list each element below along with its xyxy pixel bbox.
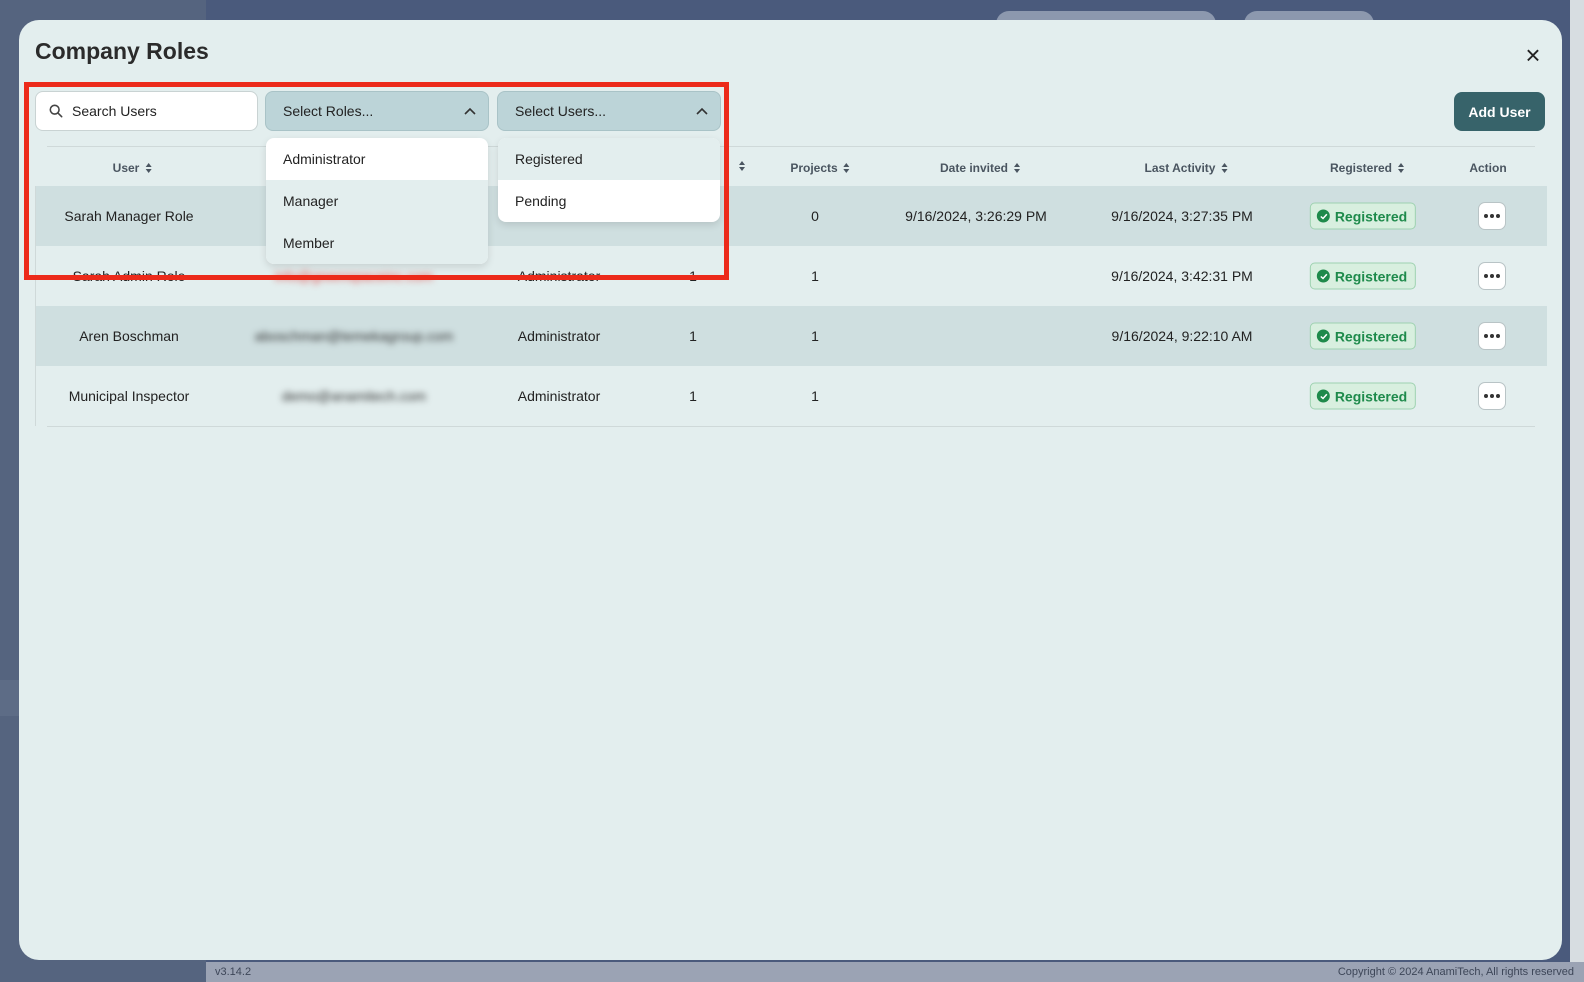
close-icon[interactable]: × bbox=[1522, 42, 1544, 68]
more-icon[interactable] bbox=[1478, 322, 1506, 350]
last-activity: 9/16/2024, 9:22:10 AM bbox=[1111, 328, 1253, 344]
check-circle-icon bbox=[1316, 209, 1330, 223]
sort-icon bbox=[1014, 163, 1021, 173]
column-header-date-invited[interactable]: Date invited bbox=[940, 161, 1021, 175]
projects-count: 0 bbox=[811, 208, 819, 224]
sort-icon bbox=[145, 163, 152, 173]
user-role: Administrator bbox=[517, 268, 601, 284]
table-row: Municipal Inspector demo@anamitech.com A… bbox=[35, 366, 1547, 426]
user-email: aboschman@temekagroup.com bbox=[254, 328, 454, 344]
table-bottom-border bbox=[47, 426, 1535, 427]
user-option-registered[interactable]: Registered bbox=[498, 138, 720, 180]
role-option-manager[interactable]: Manager bbox=[266, 180, 488, 222]
projects-count: 1 bbox=[811, 268, 819, 284]
sort-icon bbox=[739, 161, 745, 171]
row-actions-button[interactable] bbox=[1478, 382, 1506, 410]
user-email: demo@anamitech.com bbox=[281, 388, 427, 404]
user-email: info@greenspaceinc.com bbox=[274, 268, 434, 284]
row-actions-button[interactable] bbox=[1478, 202, 1506, 230]
column-header-projects[interactable]: Projects bbox=[790, 161, 850, 175]
status-badge: Registered bbox=[1309, 382, 1417, 410]
select-users-label: Select Users... bbox=[515, 103, 607, 119]
column-header-user[interactable]: User bbox=[113, 161, 152, 175]
column-header-action: Action bbox=[1469, 161, 1507, 175]
last-activity: 9/16/2024, 3:42:31 PM bbox=[1111, 268, 1253, 284]
chevron-up-icon bbox=[464, 107, 476, 115]
company-roles-modal: Company Roles × Select Roles... Administ… bbox=[19, 20, 1562, 960]
search-input[interactable] bbox=[72, 103, 252, 119]
user-count: 1 bbox=[689, 388, 697, 404]
more-icon[interactable] bbox=[1478, 382, 1506, 410]
date-invited: 9/16/2024, 3:26:29 PM bbox=[905, 208, 1047, 224]
users-table: User Projects Date invited Last Activity… bbox=[35, 146, 1547, 427]
table-row: Aren Boschman aboschman@temekagroup.com … bbox=[35, 306, 1547, 366]
background-scrollbar bbox=[1570, 0, 1584, 962]
user-count: 1 bbox=[689, 268, 697, 284]
column-header-registered[interactable]: Registered bbox=[1330, 161, 1405, 175]
projects-count: 1 bbox=[811, 388, 819, 404]
user-name: Municipal Inspector bbox=[68, 388, 190, 404]
chevron-up-icon bbox=[696, 107, 708, 115]
column-header-sort-only[interactable] bbox=[739, 161, 745, 171]
user-name: Aren Boschman bbox=[79, 328, 179, 344]
select-roles-label: Select Roles... bbox=[283, 103, 374, 119]
user-role: Administrator bbox=[517, 328, 601, 344]
status-badge: Registered bbox=[1309, 262, 1417, 290]
search-icon bbox=[49, 104, 63, 118]
role-option-member[interactable]: Member bbox=[266, 222, 488, 264]
user-name: Sarah Manager Role bbox=[64, 208, 194, 224]
sort-icon bbox=[1398, 163, 1405, 173]
user-count: 1 bbox=[689, 328, 697, 344]
select-roles-dropdown[interactable]: Select Roles... bbox=[265, 91, 489, 131]
search-users-field[interactable] bbox=[35, 91, 258, 131]
modal-title: Company Roles bbox=[35, 38, 209, 64]
check-circle-icon bbox=[1316, 269, 1330, 283]
sort-icon bbox=[1221, 163, 1228, 173]
more-icon[interactable] bbox=[1478, 262, 1506, 290]
sort-icon bbox=[843, 163, 850, 173]
more-icon[interactable] bbox=[1478, 202, 1506, 230]
last-activity: 9/16/2024, 3:27:35 PM bbox=[1111, 208, 1253, 224]
user-name: Sarah Admin Role bbox=[72, 268, 186, 284]
status-badge: Registered bbox=[1309, 322, 1417, 350]
table-row: Sarah Manager Role 0 9/16/2024, 3:26:29 … bbox=[35, 186, 1547, 246]
copyright-label: Copyright © 2024 AnamiTech, All rights r… bbox=[1337, 966, 1574, 978]
check-circle-icon bbox=[1316, 329, 1330, 343]
user-option-pending[interactable]: Pending bbox=[498, 180, 720, 222]
select-users-dropdown[interactable]: Select Users... bbox=[497, 91, 721, 131]
column-header-last-activity[interactable]: Last Activity bbox=[1145, 161, 1228, 175]
app-footer: v3.14.2 Copyright © 2024 AnamiTech, All … bbox=[206, 962, 1584, 982]
version-label: v3.14.2 bbox=[215, 966, 252, 978]
status-badge: Registered bbox=[1309, 202, 1417, 230]
add-user-button[interactable]: Add User bbox=[1454, 92, 1545, 131]
projects-count: 1 bbox=[811, 328, 819, 344]
roles-options-menu: Administrator Manager Member bbox=[266, 138, 488, 264]
users-options-menu: Registered Pending bbox=[498, 138, 720, 222]
check-circle-icon bbox=[1316, 389, 1330, 403]
role-option-administrator[interactable]: Administrator bbox=[266, 138, 488, 180]
table-row: Sarah Admin Role info@greenspaceinc.com … bbox=[35, 246, 1547, 306]
row-actions-button[interactable] bbox=[1478, 262, 1506, 290]
user-role: Administrator bbox=[517, 388, 601, 404]
row-actions-button[interactable] bbox=[1478, 322, 1506, 350]
